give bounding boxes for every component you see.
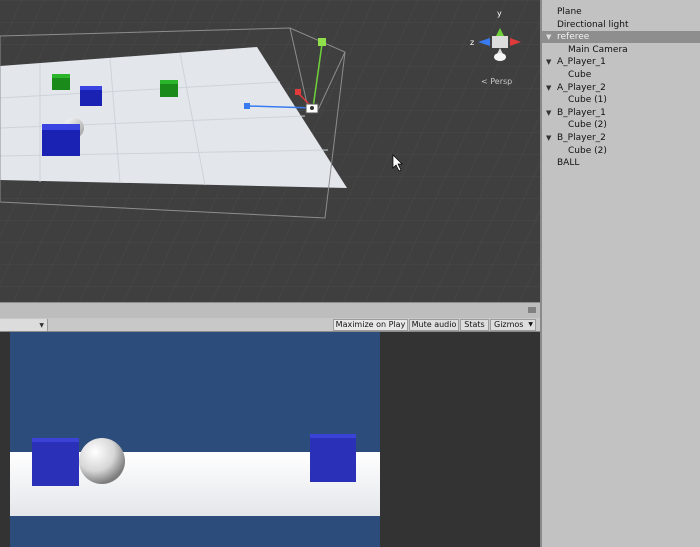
gizmos-chevron-icon: ▼ [528, 321, 533, 328]
maximize-on-play-button[interactable]: Maximize on Play [333, 319, 408, 331]
hierarchy-item-label: BALL [557, 158, 580, 168]
game-blue-cube-left [32, 438, 79, 486]
gizmo-z-label: z [470, 38, 474, 47]
game-toolbar: ▼ Maximize on Play Mute audio Stats Gizm… [0, 318, 540, 332]
scene-viewport[interactable]: y z [0, 0, 540, 302]
hierarchy-item-label: referee [557, 32, 590, 42]
blue-cube-1 [80, 86, 102, 106]
expand-triangle-icon[interactable]: ▼ [546, 56, 551, 68]
hierarchy-item[interactable]: Cube (2) [542, 119, 700, 131]
hierarchy-item[interactable]: Directional light [542, 19, 700, 31]
green-cube-2 [160, 80, 178, 97]
hierarchy-item-label: Cube (2) [568, 120, 607, 130]
hierarchy-item[interactable]: ▼ referee [542, 31, 700, 43]
mute-audio-button[interactable]: Mute audio [409, 319, 459, 331]
game-viewport[interactable] [10, 332, 380, 547]
view-splitter[interactable] [0, 302, 540, 318]
hierarchy-item[interactable]: Main Camera [542, 44, 700, 56]
hierarchy-item[interactable]: ▼ A_Player_1 [542, 56, 700, 68]
hierarchy-item[interactable]: Cube (2) [542, 145, 700, 157]
panel-menu-icon[interactable] [528, 307, 536, 313]
expand-triangle-icon[interactable]: ▼ [546, 31, 551, 43]
hierarchy-item[interactable]: Plane [542, 6, 700, 18]
game-blue-cube-right [310, 434, 356, 482]
expand-triangle-icon[interactable]: ▼ [546, 132, 551, 144]
stats-button[interactable]: Stats [460, 319, 489, 331]
hierarchy-item[interactable]: Cube (1) [542, 94, 700, 106]
hierarchy-item-label: Cube (1) [568, 95, 607, 105]
gizmos-label: Gizmos [494, 320, 524, 329]
green-cube-1 [52, 74, 70, 90]
scene-view[interactable]: y z < Persp [0, 0, 540, 302]
hierarchy-item-label: B_Player_2 [557, 133, 606, 143]
expand-triangle-icon[interactable]: ▼ [546, 107, 551, 119]
hierarchy-item-label: Main Camera [568, 45, 628, 55]
projection-label[interactable]: < Persp [481, 77, 512, 86]
hierarchy-item-label: A_Player_2 [557, 83, 606, 93]
projection-label-text: Persp [490, 77, 513, 86]
aspect-dropdown[interactable]: ▼ [0, 319, 48, 331]
hierarchy-item-label: Cube [568, 70, 592, 80]
hierarchy-item[interactable]: ▼ B_Player_1 [542, 107, 700, 119]
hierarchy-item-label: B_Player_1 [557, 108, 606, 118]
game-ball [79, 438, 125, 484]
game-view[interactable] [0, 332, 540, 547]
hierarchy-panel: Plane Directional light ▼ referee Main Camer… [540, 0, 700, 547]
gizmos-dropdown[interactable]: Gizmos ▼ [490, 319, 536, 331]
gizmo-y-handle [318, 38, 326, 46]
hierarchy-item-label: A_Player_1 [557, 57, 606, 67]
hierarchy-item[interactable]: Cube [542, 69, 700, 81]
hierarchy-item-label: Cube (2) [568, 146, 607, 156]
hierarchy-item-label: Plane [557, 7, 582, 17]
hierarchy-item[interactable]: ▼ B_Player_2 [542, 132, 700, 144]
hierarchy-item[interactable]: BALL [542, 157, 700, 169]
hierarchy-item-label: Directional light [557, 20, 629, 30]
hierarchy-item[interactable]: ▼ A_Player_2 [542, 82, 700, 94]
gizmo-y-label: y [497, 9, 502, 18]
gizmo-z-handle [244, 103, 250, 109]
chevron-down-icon: ▼ [39, 322, 44, 329]
camera-icon [305, 103, 319, 114]
gizmo-x-handle [295, 89, 301, 95]
blue-cube-2 [42, 124, 80, 156]
expand-triangle-icon[interactable]: ▼ [546, 82, 551, 94]
